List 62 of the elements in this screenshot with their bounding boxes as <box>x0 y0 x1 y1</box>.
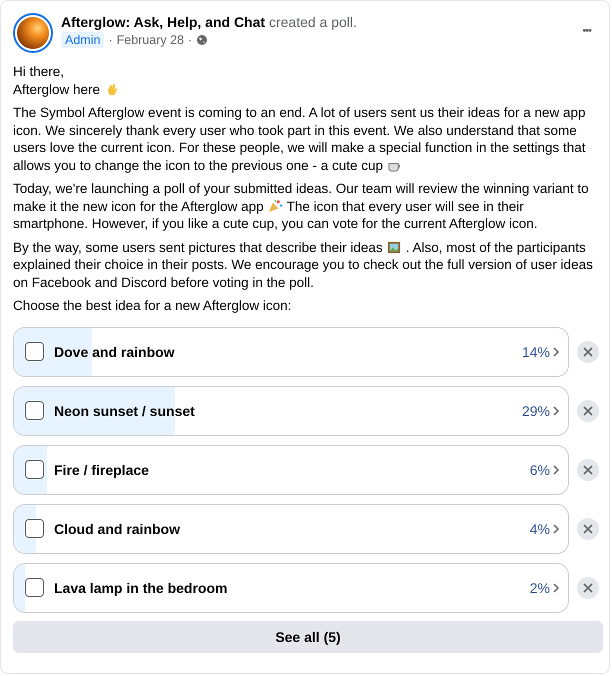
post-text: By the way, some users sent pictures that describe their ideas <box>13 240 383 255</box>
poll-option[interactable]: Neon sunset / sunset 29% <box>13 386 569 436</box>
remove-option-button[interactable] <box>577 340 599 362</box>
post-text: Afterglow here <box>13 82 100 97</box>
remove-option-button[interactable] <box>577 576 599 598</box>
post-text: The Symbol Afterglow event is coming to an end. A lot of users sent us their ideas for a new app <box>13 105 586 120</box>
separator-dot: · <box>108 33 113 47</box>
option-label: Neon sunset / sunset <box>54 402 196 418</box>
poll-option[interactable]: Cloud and rainbow 4% <box>13 504 569 554</box>
vote-percent[interactable]: 4% <box>530 520 550 536</box>
post-text: smartphone. However, if you like a cute cup, you can vote for the current Afterglow icon. <box>13 216 538 232</box>
group-name[interactable]: Afterglow: Ask, Help, and Chat <box>61 14 266 30</box>
close-icon <box>583 464 593 474</box>
chevron-icon <box>552 404 560 416</box>
post-text: icon. We sincerely thank every user who took part in this event. We also understand that some <box>13 122 577 138</box>
post-text: explained their choice in their posts. We encourage you to check out the full version of user ideas <box>13 257 593 272</box>
close-icon <box>583 524 593 534</box>
option-label: Dove and rainbow <box>54 344 176 360</box>
chevron-icon <box>552 522 560 534</box>
admin-badge: Admin <box>61 32 104 48</box>
framed-picture-icon <box>386 240 402 255</box>
separator-dot: · <box>188 33 192 47</box>
chevron-icon <box>552 582 560 594</box>
post-text: users love the current icon. For these people, we will make a special function in the settings that <box>13 140 586 156</box>
close-icon <box>583 582 593 592</box>
post-text: Choose the best idea for a new Afterglow icon: <box>13 298 292 314</box>
post-text: The icon that every user will see in their <box>286 198 524 214</box>
party-popper-icon <box>268 198 283 214</box>
close-icon <box>583 406 593 416</box>
vote-percent[interactable]: 2% <box>530 580 550 596</box>
post-text: . Also, most of the participants <box>406 240 586 255</box>
checkbox[interactable] <box>25 460 44 479</box>
poll-option[interactable]: Dove and rainbow 14% <box>13 326 569 376</box>
post-action: created a poll. <box>268 14 357 30</box>
remove-option-button[interactable] <box>577 518 599 540</box>
post-date[interactable]: February 28 <box>116 33 184 47</box>
option-label: Cloud and rainbow <box>54 520 181 536</box>
vote-percent[interactable]: 6% <box>530 462 550 478</box>
chevron-icon <box>552 464 560 476</box>
remove-option-button[interactable] <box>577 458 599 480</box>
globe-icon <box>196 34 208 46</box>
checkbox[interactable] <box>25 578 44 597</box>
post-text: Hi there, <box>13 64 64 80</box>
vote-percent[interactable]: 14% <box>522 344 550 360</box>
remove-option-button[interactable] <box>577 400 599 422</box>
vote-percent[interactable]: 29% <box>522 402 550 418</box>
post-text: make it the new icon for the Afterglow app <box>13 198 264 214</box>
poll-option[interactable]: Fire / fireplace 6% <box>13 444 569 494</box>
option-label: Fire / fireplace <box>54 462 150 478</box>
checkbox[interactable] <box>25 342 44 361</box>
group-avatar[interactable] <box>13 13 53 53</box>
post-text: allows you to change the icon to the previous one - a cute cup <box>13 158 383 173</box>
option-label: Lava lamp in the bedroom <box>54 580 228 596</box>
see-all-button[interactable]: See all (5) <box>13 620 603 652</box>
post-text: Today, we're launching a poll of your submitted ideas. Our team will review the winning variant to <box>13 181 589 196</box>
poll-option[interactable]: Lava lamp in the bedroom 2% <box>13 562 569 612</box>
checkbox[interactable] <box>25 519 44 538</box>
chevron-icon <box>552 346 560 358</box>
close-icon <box>583 346 593 356</box>
checkbox[interactable] <box>25 401 44 420</box>
more-options-button[interactable]: ••• <box>574 21 599 41</box>
post-text: on Facebook and Discord before voting in the poll. <box>13 274 314 290</box>
